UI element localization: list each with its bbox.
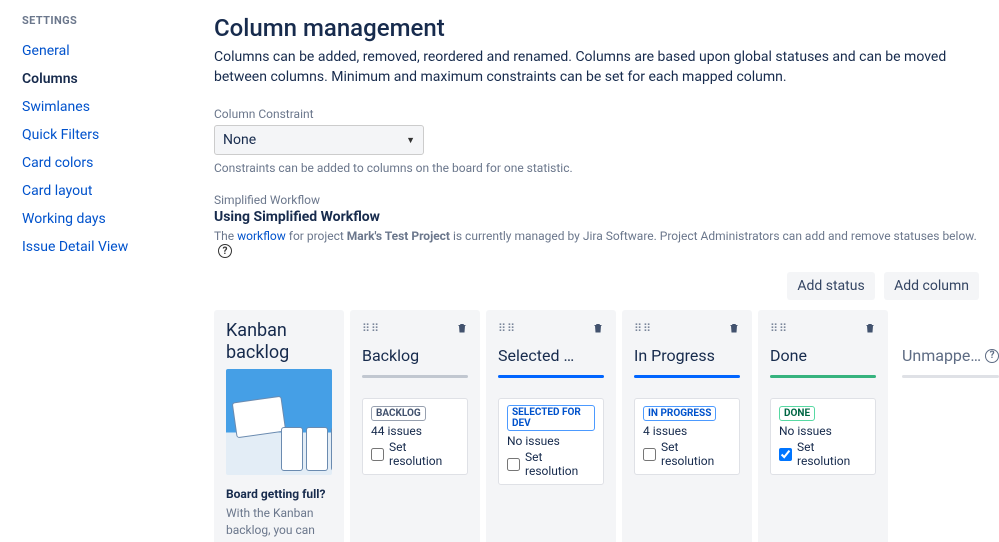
set-resolution-checkbox[interactable] xyxy=(507,458,520,471)
main-content: Column management Columns can be added, … xyxy=(200,0,999,542)
set-resolution-row[interactable]: Set resolution xyxy=(507,450,595,478)
set-resolution-label: Set resolution xyxy=(797,440,867,468)
sidebar-item-columns[interactable]: Columns xyxy=(22,65,200,93)
status-card[interactable]: IN PROGRESS 4 issues Set resolution xyxy=(634,398,740,475)
board-column: ⠿⠿ Done DONE No issues Set resolution xyxy=(758,310,888,542)
column-constraint-label: Column Constraint xyxy=(214,107,979,121)
board-column: ⠿⠿ Backlog BACKLOG 44 issues Set resolution xyxy=(350,310,480,542)
promo-illustration xyxy=(226,369,332,475)
column-title[interactable]: Backlog xyxy=(362,346,468,365)
drag-handle-icon[interactable]: ⠿⠿ xyxy=(634,326,652,331)
trash-icon[interactable] xyxy=(728,321,740,335)
trash-icon[interactable] xyxy=(864,321,876,335)
column-title[interactable]: Selected … xyxy=(498,346,604,365)
workflow-description: The workflow for project Mark's Test Pro… xyxy=(214,229,979,258)
sidebar-item-quick-filters[interactable]: Quick Filters xyxy=(22,121,200,149)
settings-sidebar: SETTINGS GeneralColumnsSwimlanesQuick Fi… xyxy=(0,0,200,542)
board-column: ⠿⠿ In Progress IN PROGRESS 4 issues Set reso… xyxy=(622,310,752,542)
set-resolution-row[interactable]: Set resolution xyxy=(779,440,867,468)
set-resolution-row[interactable]: Set resolution xyxy=(643,440,731,468)
sidebar-item-card-layout[interactable]: Card layout xyxy=(22,177,200,205)
issues-count: 4 issues xyxy=(643,424,731,438)
column-constraint-hint: Constraints can be added to columns on t… xyxy=(214,161,979,175)
set-resolution-checkbox[interactable] xyxy=(371,448,384,461)
status-lozenge: IN PROGRESS xyxy=(643,406,716,421)
status-lozenge: DONE xyxy=(779,406,815,421)
set-resolution-row[interactable]: Set resolution xyxy=(371,440,459,468)
drag-handle-icon[interactable]: ⠿⠿ xyxy=(362,326,380,331)
unmapped-title: Unmappe… xyxy=(902,346,981,365)
status-card[interactable]: SELECTED FOR DEV No issues Set resolution xyxy=(498,398,604,485)
help-icon[interactable]: ? xyxy=(985,349,999,363)
issues-count: 44 issues xyxy=(371,424,459,438)
issues-count: No issues xyxy=(779,424,867,438)
column-title[interactable]: Done xyxy=(770,346,876,365)
promo-text: With the Kanban backlog, you can plan yo… xyxy=(214,505,344,542)
help-icon[interactable]: ? xyxy=(218,244,232,258)
set-resolution-label: Set resolution xyxy=(525,450,595,478)
column-constraint-value: None xyxy=(223,132,256,148)
trash-icon[interactable] xyxy=(456,321,468,335)
sidebar-item-card-colors[interactable]: Card colors xyxy=(22,149,200,177)
trash-icon[interactable] xyxy=(592,321,604,335)
unmapped-column: Unmappe… ? xyxy=(894,310,999,542)
status-lozenge: BACKLOG xyxy=(371,406,426,421)
status-card[interactable]: BACKLOG 44 issues Set resolution xyxy=(362,398,468,475)
chevron-down-icon: ▼ xyxy=(406,135,415,146)
set-resolution-checkbox[interactable] xyxy=(779,448,792,461)
sidebar-item-working-days[interactable]: Working days xyxy=(22,205,200,233)
board-column: ⠿⠿ Selected … SELECTED FOR DEV No issues Set… xyxy=(486,310,616,542)
status-card[interactable]: DONE No issues Set resolution xyxy=(770,398,876,475)
page-title: Column management xyxy=(214,14,979,42)
workflow-link[interactable]: workflow xyxy=(237,229,286,243)
set-resolution-label: Set resolution xyxy=(661,440,731,468)
workflow-title: Using Simplified Workflow xyxy=(214,209,979,225)
set-resolution-checkbox[interactable] xyxy=(643,448,656,461)
issues-count: No issues xyxy=(507,434,595,448)
drag-handle-icon[interactable]: ⠿⠿ xyxy=(498,326,516,331)
column-title[interactable]: In Progress xyxy=(634,346,740,365)
columns-board: Kanban backlog Board getting full? With … xyxy=(214,310,979,542)
set-resolution-label: Set resolution xyxy=(389,440,459,468)
page-description: Columns can be added, removed, reordered… xyxy=(214,48,979,87)
promo-heading: Board getting full? xyxy=(214,475,344,505)
add-status-button[interactable]: Add status xyxy=(787,272,874,300)
promo-title: Kanban backlog xyxy=(214,320,344,369)
sidebar-item-general[interactable]: General xyxy=(22,37,200,65)
drag-handle-icon[interactable]: ⠿⠿ xyxy=(770,326,788,331)
simplified-workflow-label: Simplified Workflow xyxy=(214,193,979,207)
add-column-button[interactable]: Add column xyxy=(884,272,979,300)
sidebar-item-swimlanes[interactable]: Swimlanes xyxy=(22,93,200,121)
column-constraint-select[interactable]: None ▼ xyxy=(214,125,424,155)
sidebar-heading: SETTINGS xyxy=(22,14,200,27)
kanban-backlog-promo: Kanban backlog Board getting full? With … xyxy=(214,310,344,542)
status-lozenge: SELECTED FOR DEV xyxy=(507,405,595,431)
sidebar-item-issue-detail-view[interactable]: Issue Detail View xyxy=(22,233,200,261)
